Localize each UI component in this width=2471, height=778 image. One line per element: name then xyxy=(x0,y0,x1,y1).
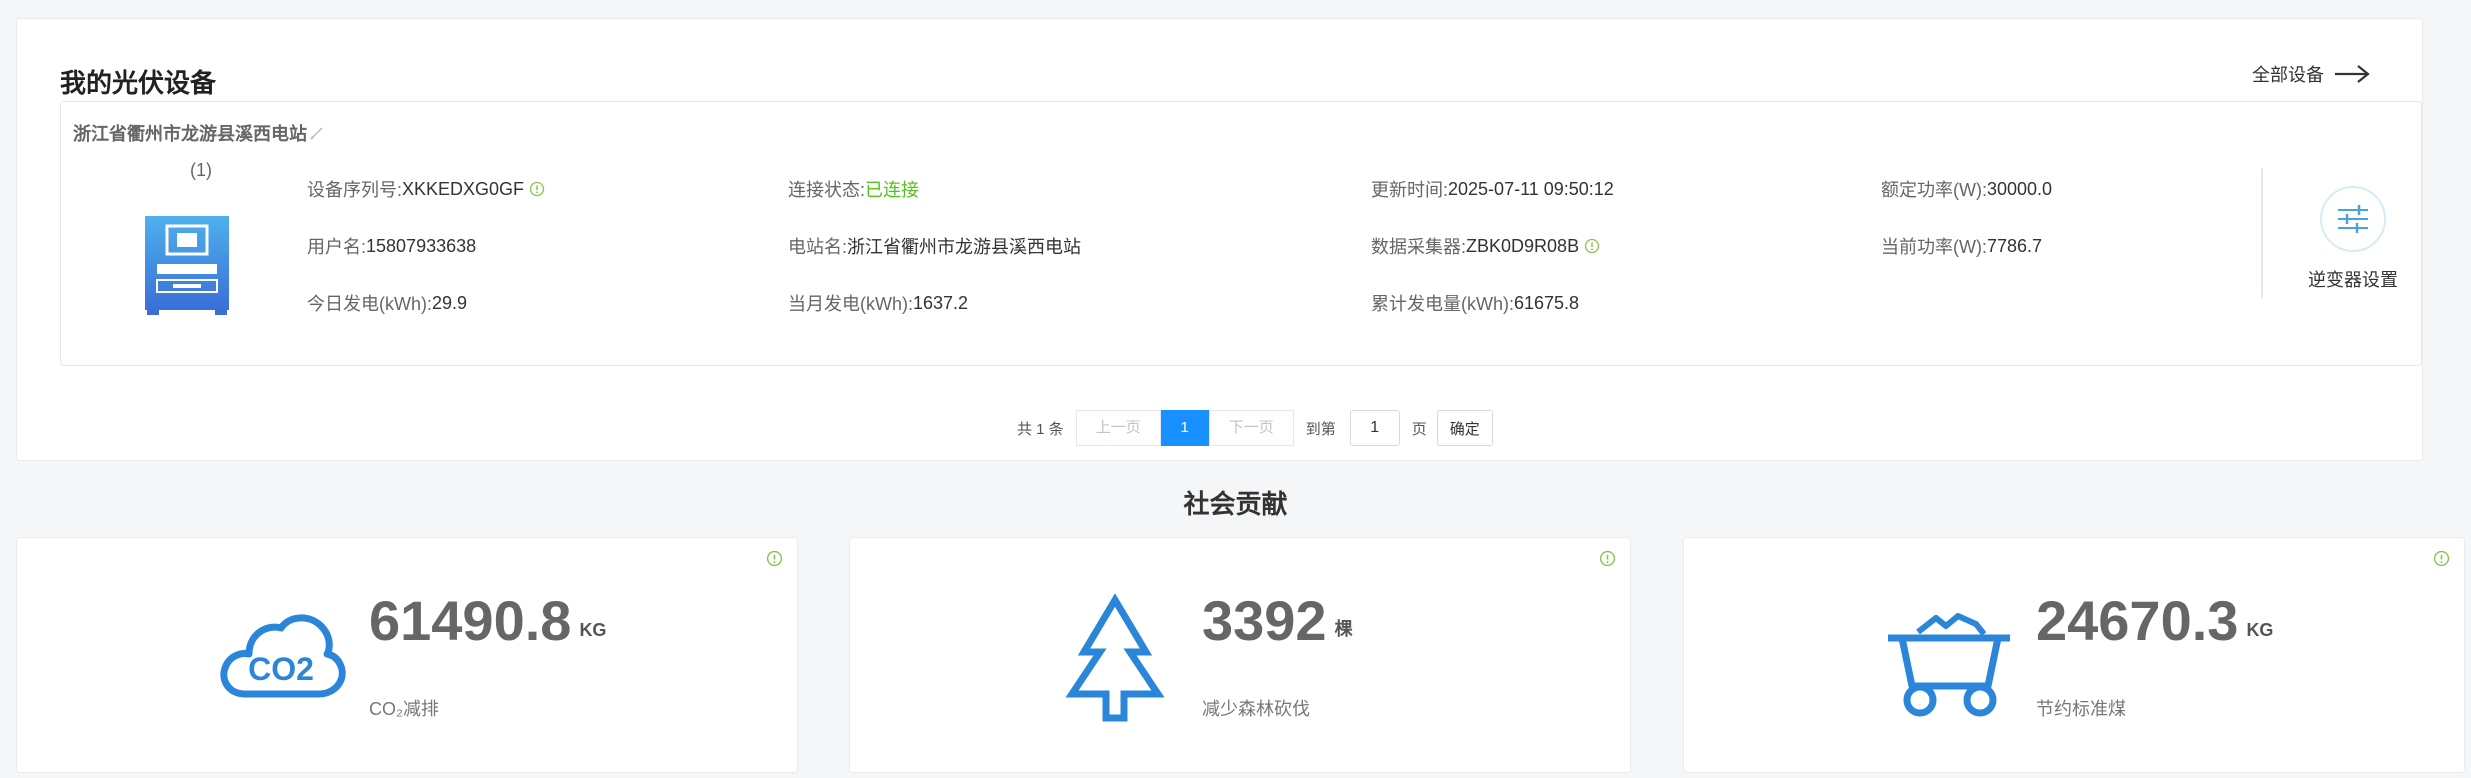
update-time-info: 更新时间: 2025-07-11 09:50:12 xyxy=(1371,176,1614,202)
goto-label: 到第 xyxy=(1305,420,1336,438)
vertical-divider xyxy=(2261,168,2263,298)
month-gen-value: 1637.2 xyxy=(913,292,969,313)
station-name-label: 电站名: xyxy=(788,237,848,257)
page-title: 我的光伏设备 xyxy=(60,68,217,98)
all-devices-label: 全部设备 xyxy=(2252,65,2324,85)
coal-value: 24670.3 xyxy=(2036,589,2239,652)
inverter-settings-button[interactable]: 逆变器设置 xyxy=(2298,186,2408,292)
station-name-info: 电站名: 浙江省衢州市龙游县溪西电站 xyxy=(788,233,1081,259)
co2-value: 61490.8 xyxy=(369,589,572,652)
settings-circle xyxy=(2320,186,2386,252)
update-time-value: 2025-07-11 09:50:12 xyxy=(1448,178,1614,199)
coal-value-group: 24670.3 KG xyxy=(2036,588,2273,653)
forest-value-group: 3392 棵 xyxy=(1202,588,1353,653)
current-power-value: 7786.7 xyxy=(1986,235,2043,256)
total-gen-info: 累计发电量(kWh): 61675.8 xyxy=(1371,290,1579,316)
forest-value: 3392 xyxy=(1202,589,1327,652)
station-name-value: 浙江省衢州市龙游县溪西电站 xyxy=(847,237,1082,257)
connection-info: 连接状态: 已连接 xyxy=(788,176,919,202)
next-page-button[interactable]: 下一页 xyxy=(1208,410,1294,446)
coal-cart-icon xyxy=(1888,613,2010,717)
sliders-icon xyxy=(2338,205,2368,233)
info-tip-icon[interactable] xyxy=(529,181,545,197)
tree-icon xyxy=(1065,594,1165,722)
connection-status: 已连接 xyxy=(865,180,920,200)
goto-page-input[interactable] xyxy=(1349,410,1400,446)
collector-value: ZBK0D9R08B xyxy=(1466,235,1580,256)
info-tip-icon[interactable] xyxy=(2433,550,2450,567)
info-tip-icon[interactable] xyxy=(766,550,783,567)
co2-card: CO2 61490.8 KG CO₂减排 xyxy=(16,537,798,773)
page-unit-label: 页 xyxy=(1411,420,1427,438)
inverter-settings-label: 逆变器设置 xyxy=(2308,270,2398,290)
username-value: 15807933638 xyxy=(366,235,477,256)
prev-page-button[interactable]: 上一页 xyxy=(1075,410,1161,446)
coal-unit: KG xyxy=(2246,620,2274,640)
rated-power-value: 30000.0 xyxy=(1986,178,2053,199)
pv-devices-panel: 我的光伏设备 全部设备 浙江省衢州市龙游县溪西电站 (1) 设备序列号: XKK… xyxy=(16,18,2423,461)
station-card: 浙江省衢州市龙游县溪西电站 (1) 设备序列号: XKKEDXG0GF 连接状态… xyxy=(60,101,2422,366)
total-gen-value: 61675.8 xyxy=(1514,292,1580,313)
today-gen-label: 今日发电(kWh): xyxy=(307,294,432,314)
collector-info: 数据采集器: ZBK0D9R08B xyxy=(1371,233,1600,259)
today-gen-value: 29.9 xyxy=(432,292,468,313)
all-devices-link[interactable]: 全部设备 xyxy=(2252,61,2370,87)
today-gen-info: 今日发电(kWh): 29.9 xyxy=(307,290,467,316)
username-label: 用户名: xyxy=(307,237,367,257)
update-time-label: 更新时间: xyxy=(1371,180,1449,200)
current-power-info: 当前功率(W): 7786.7 xyxy=(1881,233,2042,259)
coal-card: 24670.3 KG 节约标准煤 xyxy=(1683,537,2465,773)
edit-icon[interactable] xyxy=(309,125,325,141)
info-tip-icon[interactable] xyxy=(1599,550,1616,567)
info-tip-icon[interactable] xyxy=(1584,238,1600,254)
rated-power-label: 额定功率(W): xyxy=(1881,180,1987,200)
current-power-label: 当前功率(W): xyxy=(1881,237,1987,257)
total-gen-label: 累计发电量(kWh): xyxy=(1371,294,1514,314)
forest-unit: 棵 xyxy=(1334,619,1353,639)
co2-unit: KG xyxy=(579,620,607,640)
station-name-text: 浙江省衢州市龙游县溪西电站 xyxy=(73,124,307,144)
co2-value-group: 61490.8 KG xyxy=(369,588,606,653)
page-number-button[interactable]: 1 xyxy=(1160,410,1209,446)
confirm-button[interactable]: 确定 xyxy=(1436,410,1493,446)
rated-power-info: 额定功率(W): 30000.0 xyxy=(1881,176,2052,202)
forest-card: 3392 棵 减少森林砍伐 xyxy=(849,537,1631,773)
serial-label: 设备序列号: xyxy=(307,180,403,200)
co2-cloud-icon: CO2 xyxy=(220,614,346,698)
svg-text:CO2: CO2 xyxy=(248,651,314,687)
coal-label: 节约标准煤 xyxy=(2036,699,2126,719)
inverter-device-icon xyxy=(145,216,229,315)
serial-info: 设备序列号: XKKEDXG0GF xyxy=(307,176,545,202)
contribution-title: 社会贡献 xyxy=(1183,489,1288,519)
pager-total: 共 1 条 xyxy=(1017,420,1064,438)
station-name: 浙江省衢州市龙游县溪西电站 xyxy=(73,120,325,146)
pagination: 共 1 条 上一页 1 下一页 到第 页 确定 xyxy=(1017,410,1493,446)
month-gen-info: 当月发电(kWh): 1637.2 xyxy=(788,290,968,316)
serial-value: XKKEDXG0GF xyxy=(402,178,525,199)
username-info: 用户名: 15807933638 xyxy=(307,233,476,259)
co2-label: CO₂减排 xyxy=(369,699,439,719)
month-gen-label: 当月发电(kWh): xyxy=(788,294,913,314)
connection-label: 连接状态: xyxy=(788,180,866,200)
collector-label: 数据采集器: xyxy=(1371,237,1467,257)
device-index: (1) xyxy=(190,160,212,180)
forest-label: 减少森林砍伐 xyxy=(1202,699,1310,719)
arrow-right-icon xyxy=(2335,65,2370,83)
